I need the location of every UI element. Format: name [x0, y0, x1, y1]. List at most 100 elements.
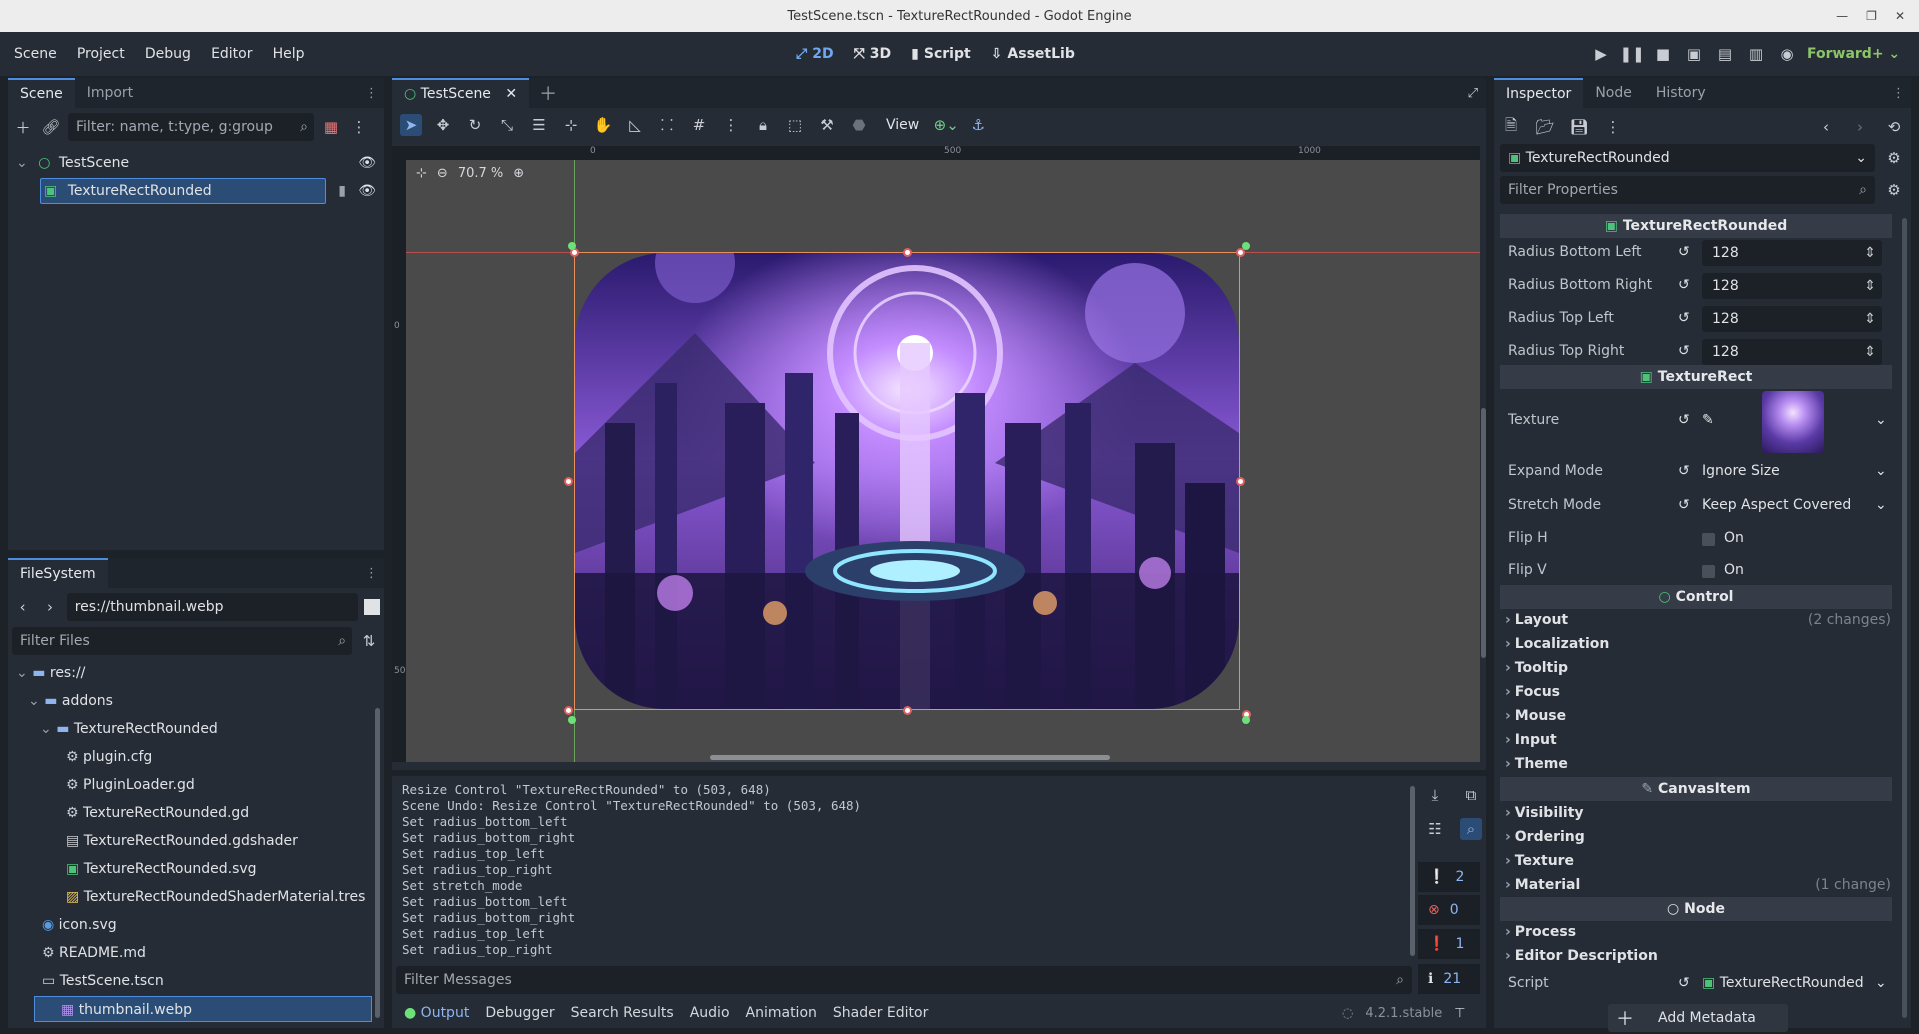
zoom-in-icon[interactable]: ⊕: [513, 166, 524, 181]
visibility-eye-icon[interactable]: 👁︎: [358, 178, 376, 204]
layout-toggle-icon[interactable]: [364, 599, 380, 615]
pivot-mode-icon[interactable]: ⊹: [560, 114, 582, 136]
tab-inspector[interactable]: Inspector: [1494, 78, 1584, 108]
scrollbar[interactable]: [375, 708, 380, 1018]
dock-menu-icon[interactable]: ⋮: [1892, 86, 1905, 101]
rotate-mode-icon[interactable]: ↻: [464, 114, 486, 136]
file-tree-item[interactable]: ▤ TextureRectRounded.gdshader: [16, 828, 372, 854]
radius-spinbox[interactable]: 128 ⇕: [1702, 273, 1882, 299]
object-history-icon[interactable]: ⟲: [1883, 116, 1905, 138]
inspector-group[interactable]: › Localization: [1505, 636, 1609, 652]
radius-spinbox[interactable]: 128 ⇕: [1702, 339, 1882, 365]
canvas-vscrollbar[interactable]: [1481, 408, 1486, 658]
pause-icon[interactable]: ❚❚: [1619, 43, 1644, 65]
revert-icon[interactable]: ↺: [1678, 277, 1690, 293]
collapse-duplicates-icon[interactable]: ☷: [1424, 818, 1446, 840]
dock-menu-icon[interactable]: ⋮: [365, 566, 378, 581]
add-metadata-button[interactable]: ＋ Add Metadata: [1608, 1004, 1788, 1032]
object-selector[interactable]: ▣ TextureRectRounded ⌄: [1500, 144, 1875, 172]
menu-editor[interactable]: Editor: [203, 32, 260, 76]
view-menu-button[interactable]: View: [880, 117, 925, 133]
updown-icon[interactable]: ⇕: [1864, 306, 1876, 332]
output-scrollbar[interactable]: [1410, 786, 1415, 956]
save-resource-icon[interactable]: 💾︎: [1568, 116, 1590, 138]
file-tree-item[interactable]: ⌄ ▬ res://: [16, 660, 372, 686]
canvas-area[interactable]: ⊹ ⊖ 70.7 % ⊕: [406, 160, 1480, 762]
movie-maker-icon[interactable]: ◉: [1776, 43, 1798, 65]
radius-spinbox[interactable]: 128 ⇕: [1702, 306, 1882, 332]
anchor-handle[interactable]: [568, 242, 576, 250]
filter-messages-input[interactable]: Filter Messages ⌕: [396, 966, 1412, 994]
sort-icon[interactable]: ⇅: [358, 630, 380, 652]
workspace-2d-button[interactable]: ⤢ 2D: [796, 46, 834, 62]
error-count-badge[interactable]: ⊗ 0: [1418, 895, 1480, 925]
filter-files-input[interactable]: Filter Files ⌕: [12, 627, 353, 655]
stop-icon[interactable]: ■: [1652, 43, 1674, 65]
message-count-badge[interactable]: ❕ 2: [1418, 862, 1480, 892]
inspector-group[interactable]: › Tooltip: [1505, 660, 1568, 676]
remote-debug-icon[interactable]: ▣: [1683, 43, 1705, 65]
close-tab-icon[interactable]: ✕: [505, 86, 517, 102]
resize-handle[interactable]: [1236, 477, 1245, 486]
chevron-down-icon[interactable]: ⌄: [28, 693, 44, 709]
menu-scene[interactable]: Scene: [6, 32, 65, 76]
resize-handle[interactable]: [903, 248, 912, 257]
flip-v-checkbox[interactable]: [1702, 565, 1715, 578]
file-tree-item[interactable]: ⚙ TextureRectRounded.gd: [16, 800, 372, 826]
open-resource-icon[interactable]: 📂︎: [1534, 116, 1556, 138]
menu-project[interactable]: Project: [69, 32, 133, 76]
file-tree-item[interactable]: ◉ icon.svg: [16, 912, 372, 938]
file-tree-item[interactable]: ▦ thumbnail.webp: [34, 996, 372, 1022]
tab-debugger[interactable]: Debugger: [477, 998, 562, 1028]
editor-message-badge[interactable]: ℹ 21: [1418, 964, 1480, 994]
updown-icon[interactable]: ⇕: [1864, 240, 1876, 266]
ruler-mode-icon[interactable]: ◺: [624, 114, 646, 136]
inspector-group[interactable]: › Ordering: [1505, 829, 1585, 845]
layout-preset-icon[interactable]: ⊕⌄: [934, 114, 959, 136]
script-attached-icon[interactable]: ▮: [338, 178, 346, 204]
scale-mode-icon[interactable]: ⤡: [496, 114, 518, 136]
inspector-group[interactable]: › Visibility: [1505, 805, 1584, 821]
play-icon[interactable]: ▶: [1590, 43, 1612, 65]
warning-count-badge[interactable]: ❗ 1: [1418, 929, 1480, 959]
canvas-hscrollbar[interactable]: [710, 755, 1110, 760]
tab-import[interactable]: Import: [75, 78, 145, 108]
revert-icon[interactable]: ↺: [1678, 244, 1690, 260]
tree-collapse-icon[interactable]: ⌄: [16, 155, 28, 171]
menu-help[interactable]: Help: [265, 32, 313, 76]
copy-output-icon[interactable]: ⧉: [1460, 784, 1482, 806]
tab-history[interactable]: History: [1644, 78, 1718, 108]
inspector-group[interactable]: › Texture: [1505, 853, 1574, 869]
new-resource-icon[interactable]: 🗎︎: [1500, 116, 1522, 138]
zoom-out-icon[interactable]: ⊖: [437, 166, 448, 181]
tab-node[interactable]: Node: [1583, 78, 1644, 108]
maximize-icon[interactable]: ❐: [1866, 9, 1877, 23]
bone-icon[interactable]: ⚒: [816, 114, 838, 136]
history-forward-icon[interactable]: ›: [1849, 116, 1871, 138]
inspector-group[interactable]: › Process: [1505, 924, 1576, 940]
tab-animation[interactable]: Animation: [738, 998, 825, 1028]
anchor-handle[interactable]: [568, 716, 576, 724]
workspace-assetlib-button[interactable]: ⇩ AssetLib: [991, 46, 1075, 62]
inspector-group[interactable]: › Input: [1505, 732, 1557, 748]
resize-handle[interactable]: [564, 477, 573, 486]
zoom-level[interactable]: 70.7 %: [458, 166, 503, 181]
visibility-eye-icon[interactable]: 👁︎: [358, 150, 376, 176]
file-tree-item[interactable]: ▨ TextureRectRoundedShaderMaterial.tres: [16, 884, 372, 910]
tree-row-texturerectrounded[interactable]: ▣ TextureRectRounded ▮ 👁︎: [40, 178, 376, 204]
tab-audio[interactable]: Audio: [682, 998, 738, 1028]
object-properties-icon[interactable]: ⚙: [1883, 147, 1905, 169]
grid-snap-icon[interactable]: #: [688, 114, 710, 136]
anchor-preset-icon[interactable]: ⬣: [848, 114, 870, 136]
select-mode-icon[interactable]: ➤: [400, 114, 422, 136]
anchor-handle[interactable]: [1242, 242, 1250, 250]
menu-debug[interactable]: Debug: [137, 32, 199, 76]
dock-menu-icon[interactable]: ⋮: [365, 86, 378, 101]
tree-row-testscene[interactable]: ⌄ ○ TestScene 👁︎: [16, 150, 376, 176]
revert-icon[interactable]: ↺: [1678, 975, 1690, 991]
chevron-down-icon[interactable]: ⌄: [16, 665, 32, 681]
inspector-group[interactable]: › Material: [1505, 877, 1580, 893]
distraction-free-icon[interactable]: ⤢: [1468, 86, 1478, 101]
file-tree-item[interactable]: ⌄ ▬ TextureRectRounded: [16, 716, 372, 742]
texture-rect-preview[interactable]: [574, 252, 1240, 710]
